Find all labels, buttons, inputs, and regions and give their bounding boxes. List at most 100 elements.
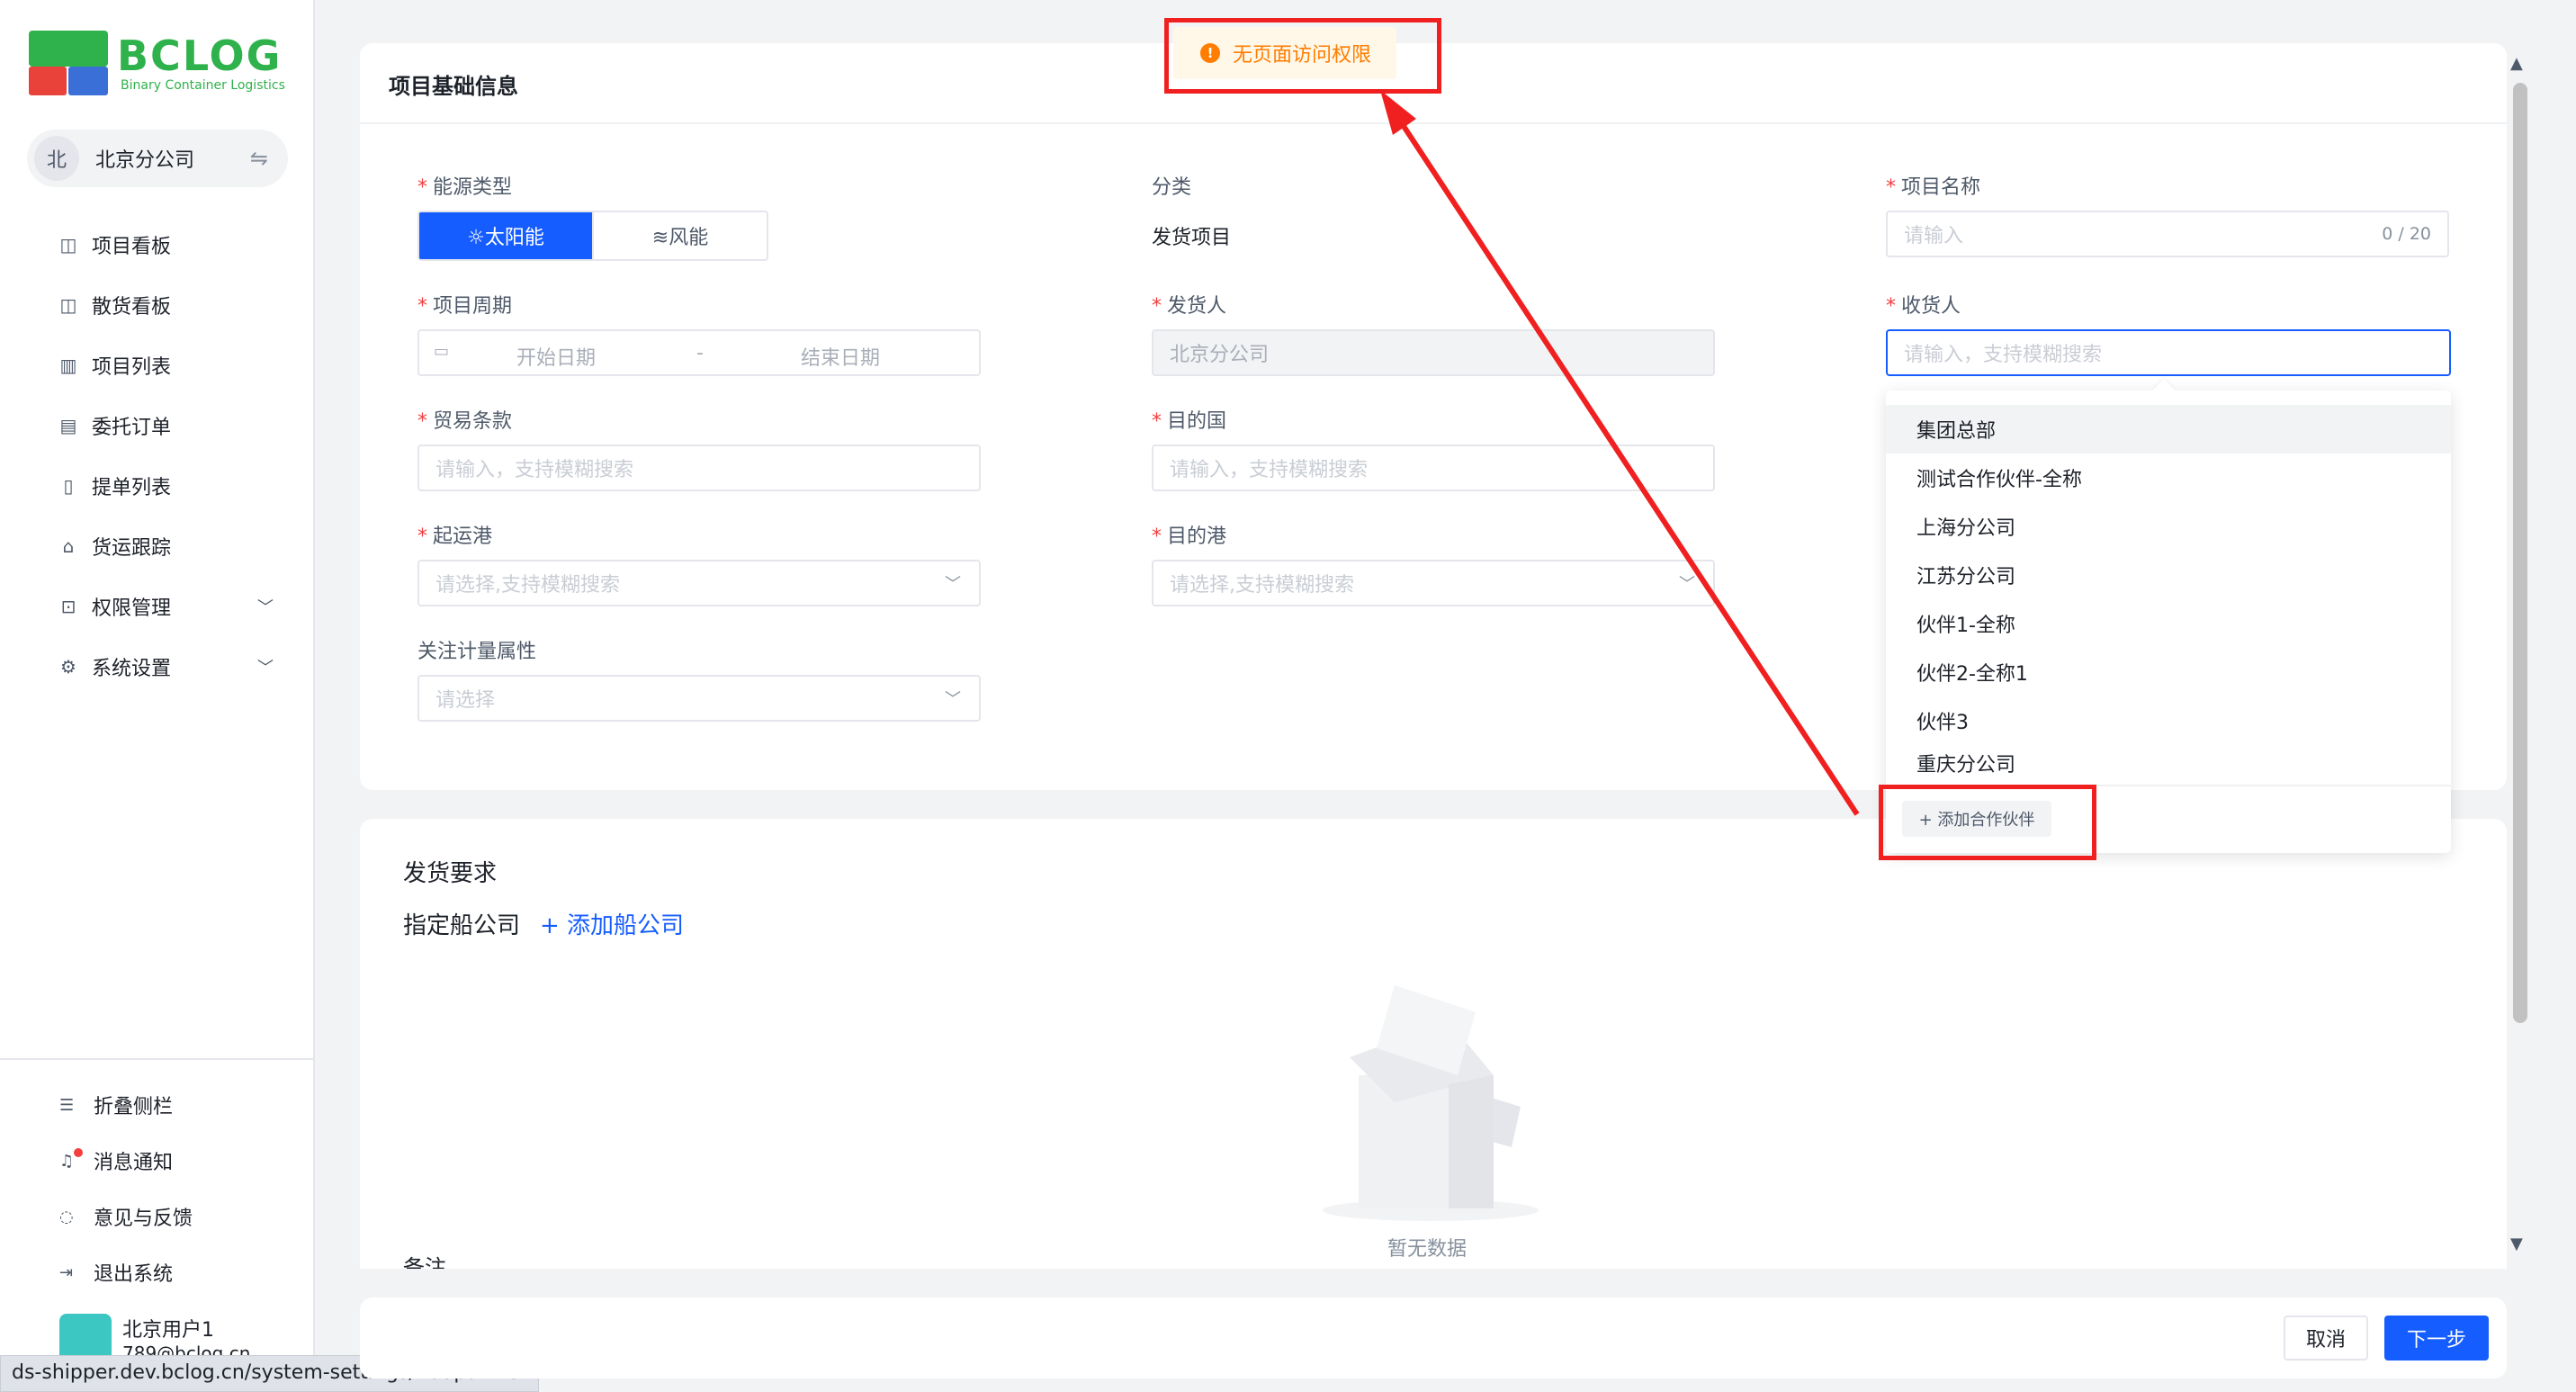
user-name: 北京用户1 [122,1319,214,1342]
energy-type-toggle[interactable]: ☼太阳能 ≋风能 [417,211,768,261]
notifications-button[interactable]: ♫ 消息通知 [59,1146,173,1175]
sidebar-item-label: 散货看板 [92,295,172,319]
lock-icon: ⊡ [60,595,76,617]
company-avatar: 北 [34,136,79,181]
destination-country-label: * 目的国 [1152,410,1227,433]
dropdown-option[interactable]: 上海分公司 [1886,502,2451,551]
dropdown-option[interactable]: 测试合作伙伴-全称 [1886,454,2451,502]
measure-attr-select[interactable]: 请选择 ﹀ [417,675,981,722]
energy-type-label: * 能源类型 [417,176,513,199]
sidebar-item-tracking[interactable]: ⌂ 货运跟踪 [58,516,274,576]
sidebar-item-label: 系统设置 [92,657,172,680]
bell-icon: ♫ [59,1147,83,1171]
project-name-label: * 项目名称 [1886,176,1981,199]
origin-port-select[interactable]: 请选择,支持模糊搜索 ﹀ [417,560,981,606]
period-label: * 项目周期 [417,295,513,318]
feedback-label: 意见与反馈 [94,1208,193,1230]
empty-state-text: 暂无数据 [1387,1238,1468,1261]
divider [360,122,2507,124]
project-period-range[interactable]: ▭ 开始日期 - 结束日期 [417,329,981,376]
gear-icon: ⚙ [60,655,76,678]
dropdown-option[interactable]: 伙伴1-全称 [1886,599,2451,648]
measure-attr-label: 关注计量属性 [417,641,537,663]
chevron-down-icon: ﹀ [257,597,274,617]
order-icon: ▤ [59,414,77,436]
end-date-input[interactable]: 结束日期 [801,342,880,371]
form-footer: 取消 下一步 [360,1298,2507,1379]
list-icon: ▥ [59,354,77,376]
dropdown-option[interactable]: 伙伴3 [1886,696,2451,745]
dropdown-option[interactable]: 重庆分公司 [1886,745,2451,781]
next-step-button[interactable]: 下一步 [2384,1316,2489,1361]
section-title: 项目基础信息 [389,74,518,99]
sidebar-item-label: 项目列表 [92,355,172,379]
collapse-sidebar-button[interactable]: ☰ 折叠侧栏 [59,1091,173,1119]
sidebar-item-permissions[interactable]: ⊡ 权限管理 ﹀ [58,576,274,636]
annotation-box-add-partner [1879,785,2096,860]
sidebar-item-orders[interactable]: ▤ 委托订单 [58,395,274,455]
cancel-button[interactable]: 取消 [2284,1316,2368,1361]
document-icon: ▯ [63,474,74,497]
shipper-input: 北京分公司 [1152,329,1715,376]
destination-port-label: * 目的港 [1152,525,1227,548]
dashboard-icon: ◫ [59,233,77,256]
section-title: 发货要求 [403,860,498,887]
feedback-button[interactable]: ◌ 意见与反馈 [59,1202,193,1231]
switch-icon[interactable]: ⇋ [250,146,268,171]
empty-box-icon [1323,985,1539,1221]
brand-logo[interactable]: BCLOG Binary Container Logistics [29,31,285,95]
shipping-requirements-card: 发货要求 指定船公司 + 添加船公司 暂无数据 备注 [360,819,2507,1269]
destination-country-input[interactable]: 请输入，支持模糊搜索 [1152,445,1715,491]
origin-port-label: * 起运港 [417,525,493,548]
company-switcher[interactable]: 北 北京分公司 ⇋ [27,130,288,187]
calendar-icon: ▭ [434,342,450,361]
brand-tagline: Binary Container Logistics [121,78,285,93]
tracking-icon: ⌂ [62,534,75,557]
scrollbar-thumb[interactable] [2513,83,2527,1023]
dropdown-option[interactable]: 集团总部 [1886,405,2451,454]
chevron-down-icon: ﹀ [945,690,961,709]
container-logo-icon [29,31,108,95]
logout-label: 退出系统 [94,1263,174,1286]
sidebar-divider [0,1058,315,1060]
dropdown-option[interactable]: 伙伴2-全称1 [1886,648,2451,696]
sidebar-item-bulk-dashboard[interactable]: ◫ 散货看板 [58,274,274,335]
brand-name: BCLOG [117,31,283,80]
category-value: 发货项目 [1152,227,1232,249]
logout-button[interactable]: ⇥ 退出系统 [59,1258,173,1287]
destination-port-select[interactable]: 请选择,支持模糊搜索 ﹀ [1152,560,1715,606]
sidebar-item-label: 项目看板 [92,235,172,258]
range-separator: - [696,342,704,364]
sidebar-item-label: 货运跟踪 [92,536,172,560]
company-name: 北京分公司 [95,149,195,172]
sidebar-item-label: 权限管理 [92,597,172,620]
remarks-heading: 备注 [403,1255,446,1269]
collapse-icon: ☰ [59,1095,75,1115]
shipper-label: * 发货人 [1152,295,1227,318]
chevron-down-icon: ﹀ [945,575,961,594]
sidebar-item-settings[interactable]: ⚙ 系统设置 ﹀ [58,636,274,696]
sidebar-item-label: 提单列表 [92,476,172,499]
feedback-icon: ◌ [59,1207,74,1226]
energy-solar-option[interactable]: ☼太阳能 [419,212,592,259]
logout-icon: ⇥ [59,1262,74,1282]
notifications-label: 消息通知 [94,1152,174,1174]
energy-wind-option[interactable]: ≋风能 [592,212,767,259]
sidebar-item-project-list[interactable]: ▥ 项目列表 [58,335,274,395]
trade-terms-input[interactable]: 请输入，支持模糊搜索 [417,445,981,491]
start-date-input[interactable]: 开始日期 [516,342,596,371]
consignee-input[interactable]: 请输入，支持模糊搜索 [1886,329,2451,376]
sidebar-item-project-dashboard[interactable]: ◫ 项目看板 [58,214,274,274]
sidebar-item-bill-list[interactable]: ▯ 提单列表 [58,455,274,516]
consignee-dropdown: 集团总部 测试合作伙伴-全称 上海分公司 江苏分公司 伙伴1-全称 伙伴2-全称… [1886,391,2451,853]
dashboard-icon: ◫ [59,293,77,316]
scroll-down-arrow-icon[interactable]: ▼ [2510,1235,2523,1253]
dropdown-option[interactable]: 江苏分公司 [1886,551,2451,599]
char-counter: 0 / 20 [2382,224,2431,244]
chevron-down-icon: ﹀ [257,658,274,678]
unread-dot [74,1147,83,1157]
scroll-up-arrow-icon[interactable]: ▲ [2510,54,2523,73]
add-carrier-link[interactable]: + 添加船公司 [540,907,684,940]
project-name-input[interactable]: 请输入 0 / 20 [1886,211,2449,257]
category-label: 分类 [1152,176,1192,199]
